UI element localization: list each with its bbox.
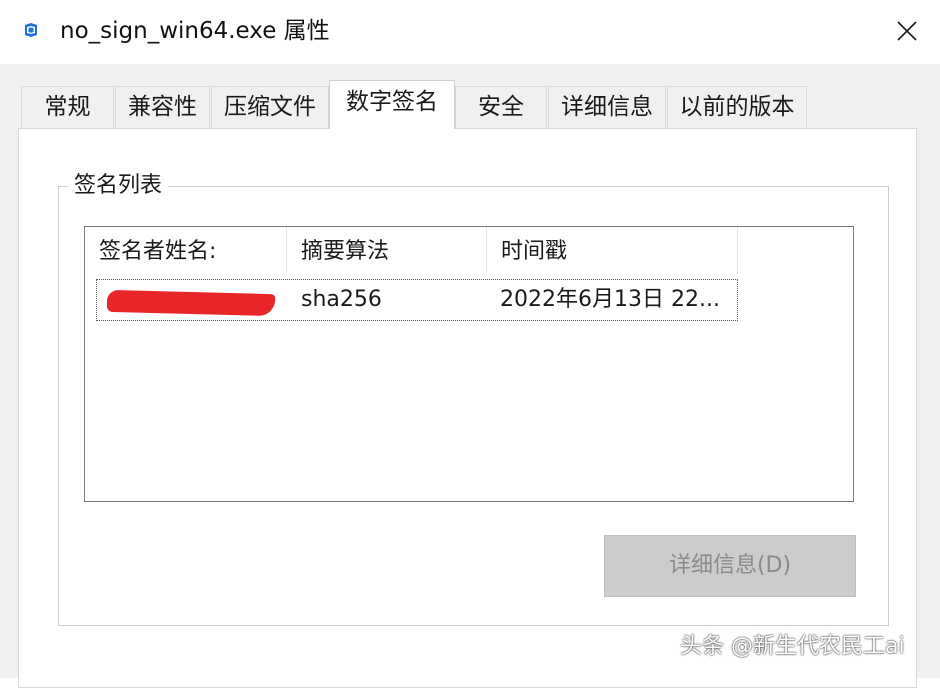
redaction-mark: [106, 289, 276, 317]
watermark-text: 头条 @新生代农民工ai: [680, 634, 905, 659]
signature-list[interactable]: 签名者姓名: 摘要算法 时间戳 sha256 2022年6月13日 22...: [84, 226, 854, 502]
signature-row[interactable]: sha256 2022年6月13日 22...: [96, 279, 738, 321]
tab-security[interactable]: 安全: [455, 86, 547, 128]
close-icon: [897, 21, 917, 41]
tab-previous-versions[interactable]: 以前的版本: [667, 86, 807, 128]
column-header-algorithm[interactable]: 摘要算法: [287, 227, 487, 274]
tab-details[interactable]: 详细信息: [548, 86, 666, 128]
tab-compressed-files[interactable]: 压缩文件: [211, 86, 329, 128]
tab-general[interactable]: 常规: [21, 86, 114, 128]
shield-icon: [22, 21, 40, 39]
window-title: no_sign_win64.exe 属性: [60, 18, 330, 44]
group-label: 签名列表: [68, 172, 169, 200]
tab-digital-signatures[interactable]: 数字签名: [329, 80, 455, 129]
properties-dialog: no_sign_win64.exe 属性 常规 兼容性 压缩文件 数字签名 安全…: [0, 0, 940, 688]
tab-compatibility[interactable]: 兼容性: [115, 86, 210, 128]
column-header-timestamp[interactable]: 时间戳: [487, 227, 738, 274]
column-header-signer[interactable]: 签名者姓名:: [85, 227, 287, 274]
timestamp-cell: 2022年6月13日 22...: [500, 287, 720, 312]
tab-strip: 常规 兼容性 压缩文件 数字签名 安全 详细信息 以前的版本: [0, 64, 940, 130]
close-button[interactable]: [880, 6, 934, 56]
details-button[interactable]: 详细信息(D): [604, 535, 856, 597]
algorithm-cell: sha256: [301, 287, 382, 312]
title-bar: no_sign_win64.exe 属性: [0, 0, 940, 64]
